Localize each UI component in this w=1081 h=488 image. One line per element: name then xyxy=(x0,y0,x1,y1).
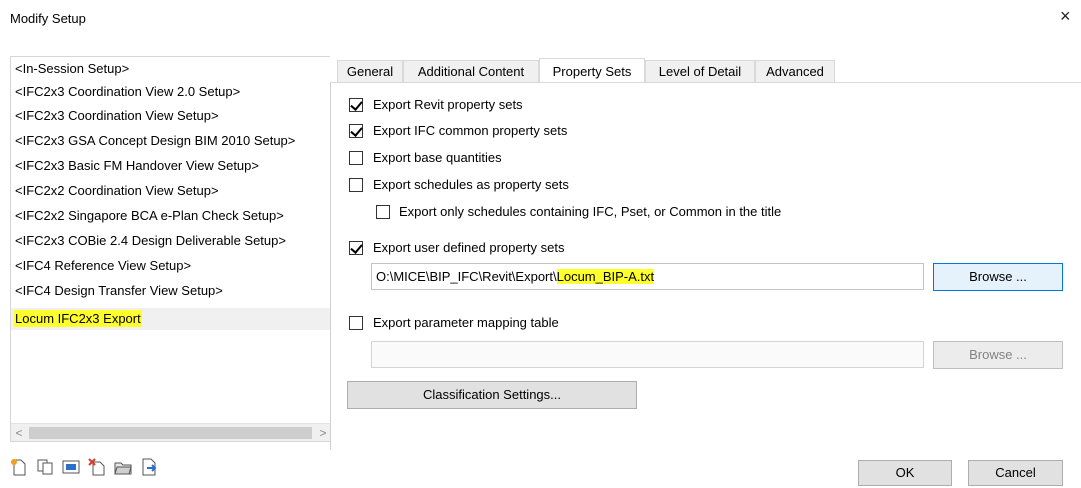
export-schedules-checkbox[interactable] xyxy=(349,178,363,192)
scrollbar-thumb[interactable] xyxy=(29,427,312,439)
browse-disabled-button[interactable]: Browse ... xyxy=(933,341,1063,369)
export-base-quantities-checkbox[interactable] xyxy=(349,151,363,165)
setup-item-ifc2x3-cv2[interactable]: <IFC2x3 Coordination View 2.0 Setup> xyxy=(11,81,331,103)
setup-item-ifc2x2-bca[interactable]: <IFC2x2 Singapore BCA e-Plan Check Setup… xyxy=(11,205,331,227)
export-param-mapping-label: Export parameter mapping table xyxy=(373,315,559,330)
setup-list[interactable]: <In-Session Setup> <IFC2x3 Coordination … xyxy=(10,56,331,442)
ok-button[interactable]: OK xyxy=(858,460,952,486)
export-ifc-common-checkbox[interactable] xyxy=(349,124,363,138)
scroll-right-icon[interactable]: > xyxy=(315,424,331,442)
path-filename: Locum_BIP-A.txt xyxy=(556,269,655,284)
setup-item-ifc2x3-gsa[interactable]: <IFC2x3 GSA Concept Design BIM 2010 Setu… xyxy=(11,130,331,152)
export-schedules-filtered-checkbox[interactable] xyxy=(376,205,390,219)
user-defined-path-input[interactable]: O:\MICE\BIP_IFC\Revit\Export\Locum_BIP-A… xyxy=(371,263,924,290)
setup-item-ifc2x3-fm[interactable]: <IFC2x3 Basic FM Handover View Setup> xyxy=(11,155,331,177)
path-prefix: O:\MICE\BIP_IFC\Revit\Export\ xyxy=(376,269,557,284)
scroll-left-icon[interactable]: < xyxy=(11,424,27,442)
cancel-button[interactable]: Cancel xyxy=(968,460,1063,486)
rename-setup-icon[interactable] xyxy=(62,458,80,476)
tab-level-of-detail[interactable]: Level of Detail xyxy=(645,60,755,83)
setup-item-ifc4-design-transfer[interactable]: <IFC4 Design Transfer View Setup> xyxy=(11,280,331,302)
setup-item-ifc2x3-cobie[interactable]: <IFC2x3 COBie 2.4 Design Deliverable Set… xyxy=(11,230,331,252)
duplicate-setup-icon[interactable] xyxy=(36,458,54,476)
export-ifc-common-label: Export IFC common property sets xyxy=(373,123,568,138)
param-mapping-path-input[interactable] xyxy=(371,341,924,368)
delete-setup-icon[interactable] xyxy=(88,458,106,476)
setup-item-ifc2x2-cv[interactable]: <IFC2x2 Coordination View Setup> xyxy=(11,180,331,202)
export-schedules-label: Export schedules as property sets xyxy=(373,177,569,192)
export-schedules-filtered-label: Export only schedules containing IFC, Ps… xyxy=(399,204,782,219)
export-user-defined-label: Export user defined property sets xyxy=(373,240,565,255)
export-revit-label: Export Revit property sets xyxy=(373,97,523,112)
dialog-title: Modify Setup xyxy=(10,11,86,26)
export-user-defined-checkbox[interactable] xyxy=(349,241,363,255)
close-icon[interactable]: × xyxy=(1060,6,1071,27)
tab-advanced[interactable]: Advanced xyxy=(755,60,835,83)
export-base-quantities-label: Export base quantities xyxy=(373,150,502,165)
browse-button[interactable]: Browse ... xyxy=(933,263,1063,291)
export-revit-checkbox[interactable] xyxy=(349,98,363,112)
setup-item-ifc2x3-cv[interactable]: <IFC2x3 Coordination View Setup> xyxy=(11,105,331,127)
tab-general[interactable]: General xyxy=(337,60,403,83)
new-setup-icon[interactable] xyxy=(10,458,28,476)
export-param-mapping-checkbox[interactable] xyxy=(349,316,363,330)
setup-item-in-session[interactable]: <In-Session Setup> xyxy=(11,58,331,80)
tab-property-sets[interactable]: Property Sets xyxy=(539,58,645,82)
classification-settings-button[interactable]: Classification Settings... xyxy=(347,381,637,409)
export-setup-icon[interactable] xyxy=(140,458,158,476)
import-setup-icon[interactable] xyxy=(114,458,132,476)
tab-additional-content[interactable]: Additional Content xyxy=(403,60,539,83)
setup-item-locum[interactable]: Locum IFC2x3 Export xyxy=(11,308,331,330)
horizontal-scrollbar[interactable]: < > xyxy=(11,423,331,441)
setup-item-ifc4-reference[interactable]: <IFC4 Reference View Setup> xyxy=(11,255,331,277)
